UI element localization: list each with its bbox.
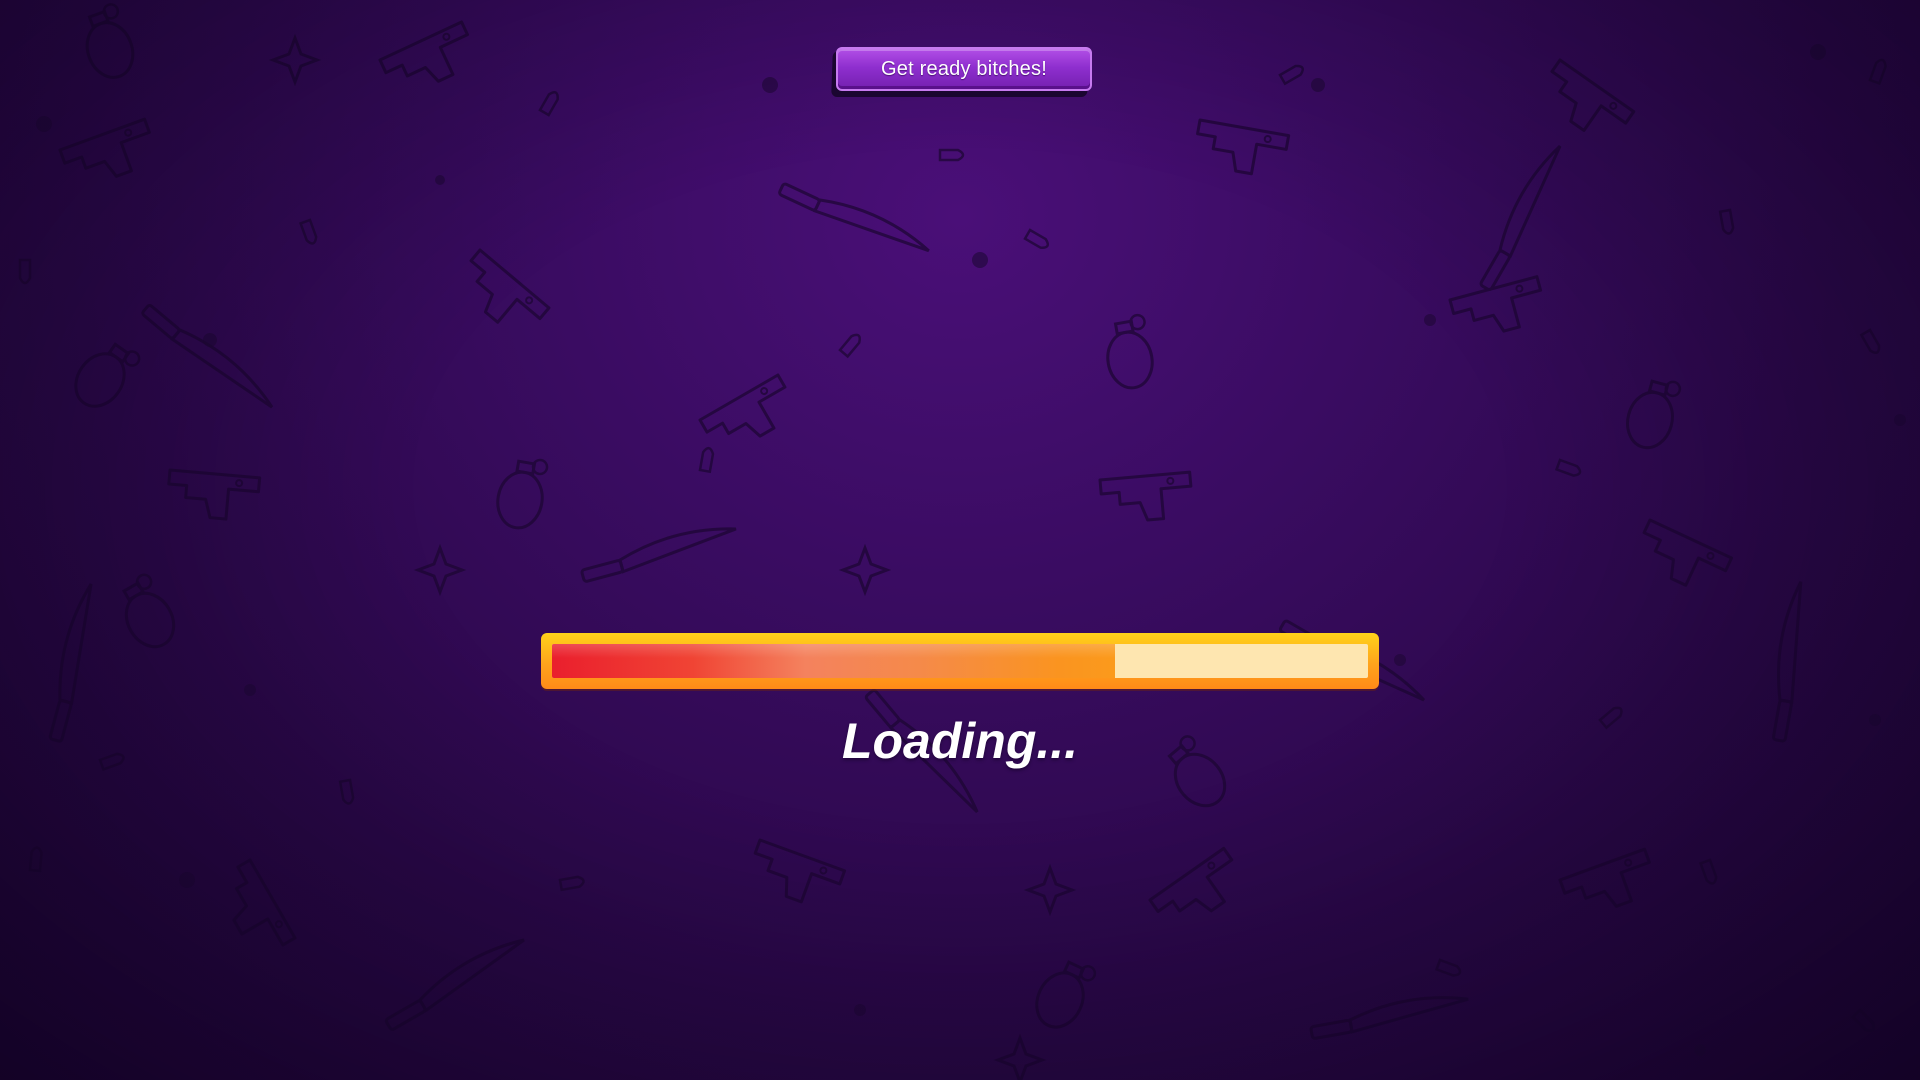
banner-plate: Get ready bitches!: [836, 47, 1092, 91]
progress-fill: [552, 644, 1116, 678]
loading-label: Loading...: [841, 713, 1079, 769]
title-banner: Get ready bitches!: [831, 47, 1092, 97]
weapon-pattern-background: [18, 0, 1906, 1080]
banner-text: Get ready bitches!: [881, 57, 1047, 80]
loading-progress-bar: [541, 633, 1379, 689]
progress-track: [552, 644, 1368, 678]
